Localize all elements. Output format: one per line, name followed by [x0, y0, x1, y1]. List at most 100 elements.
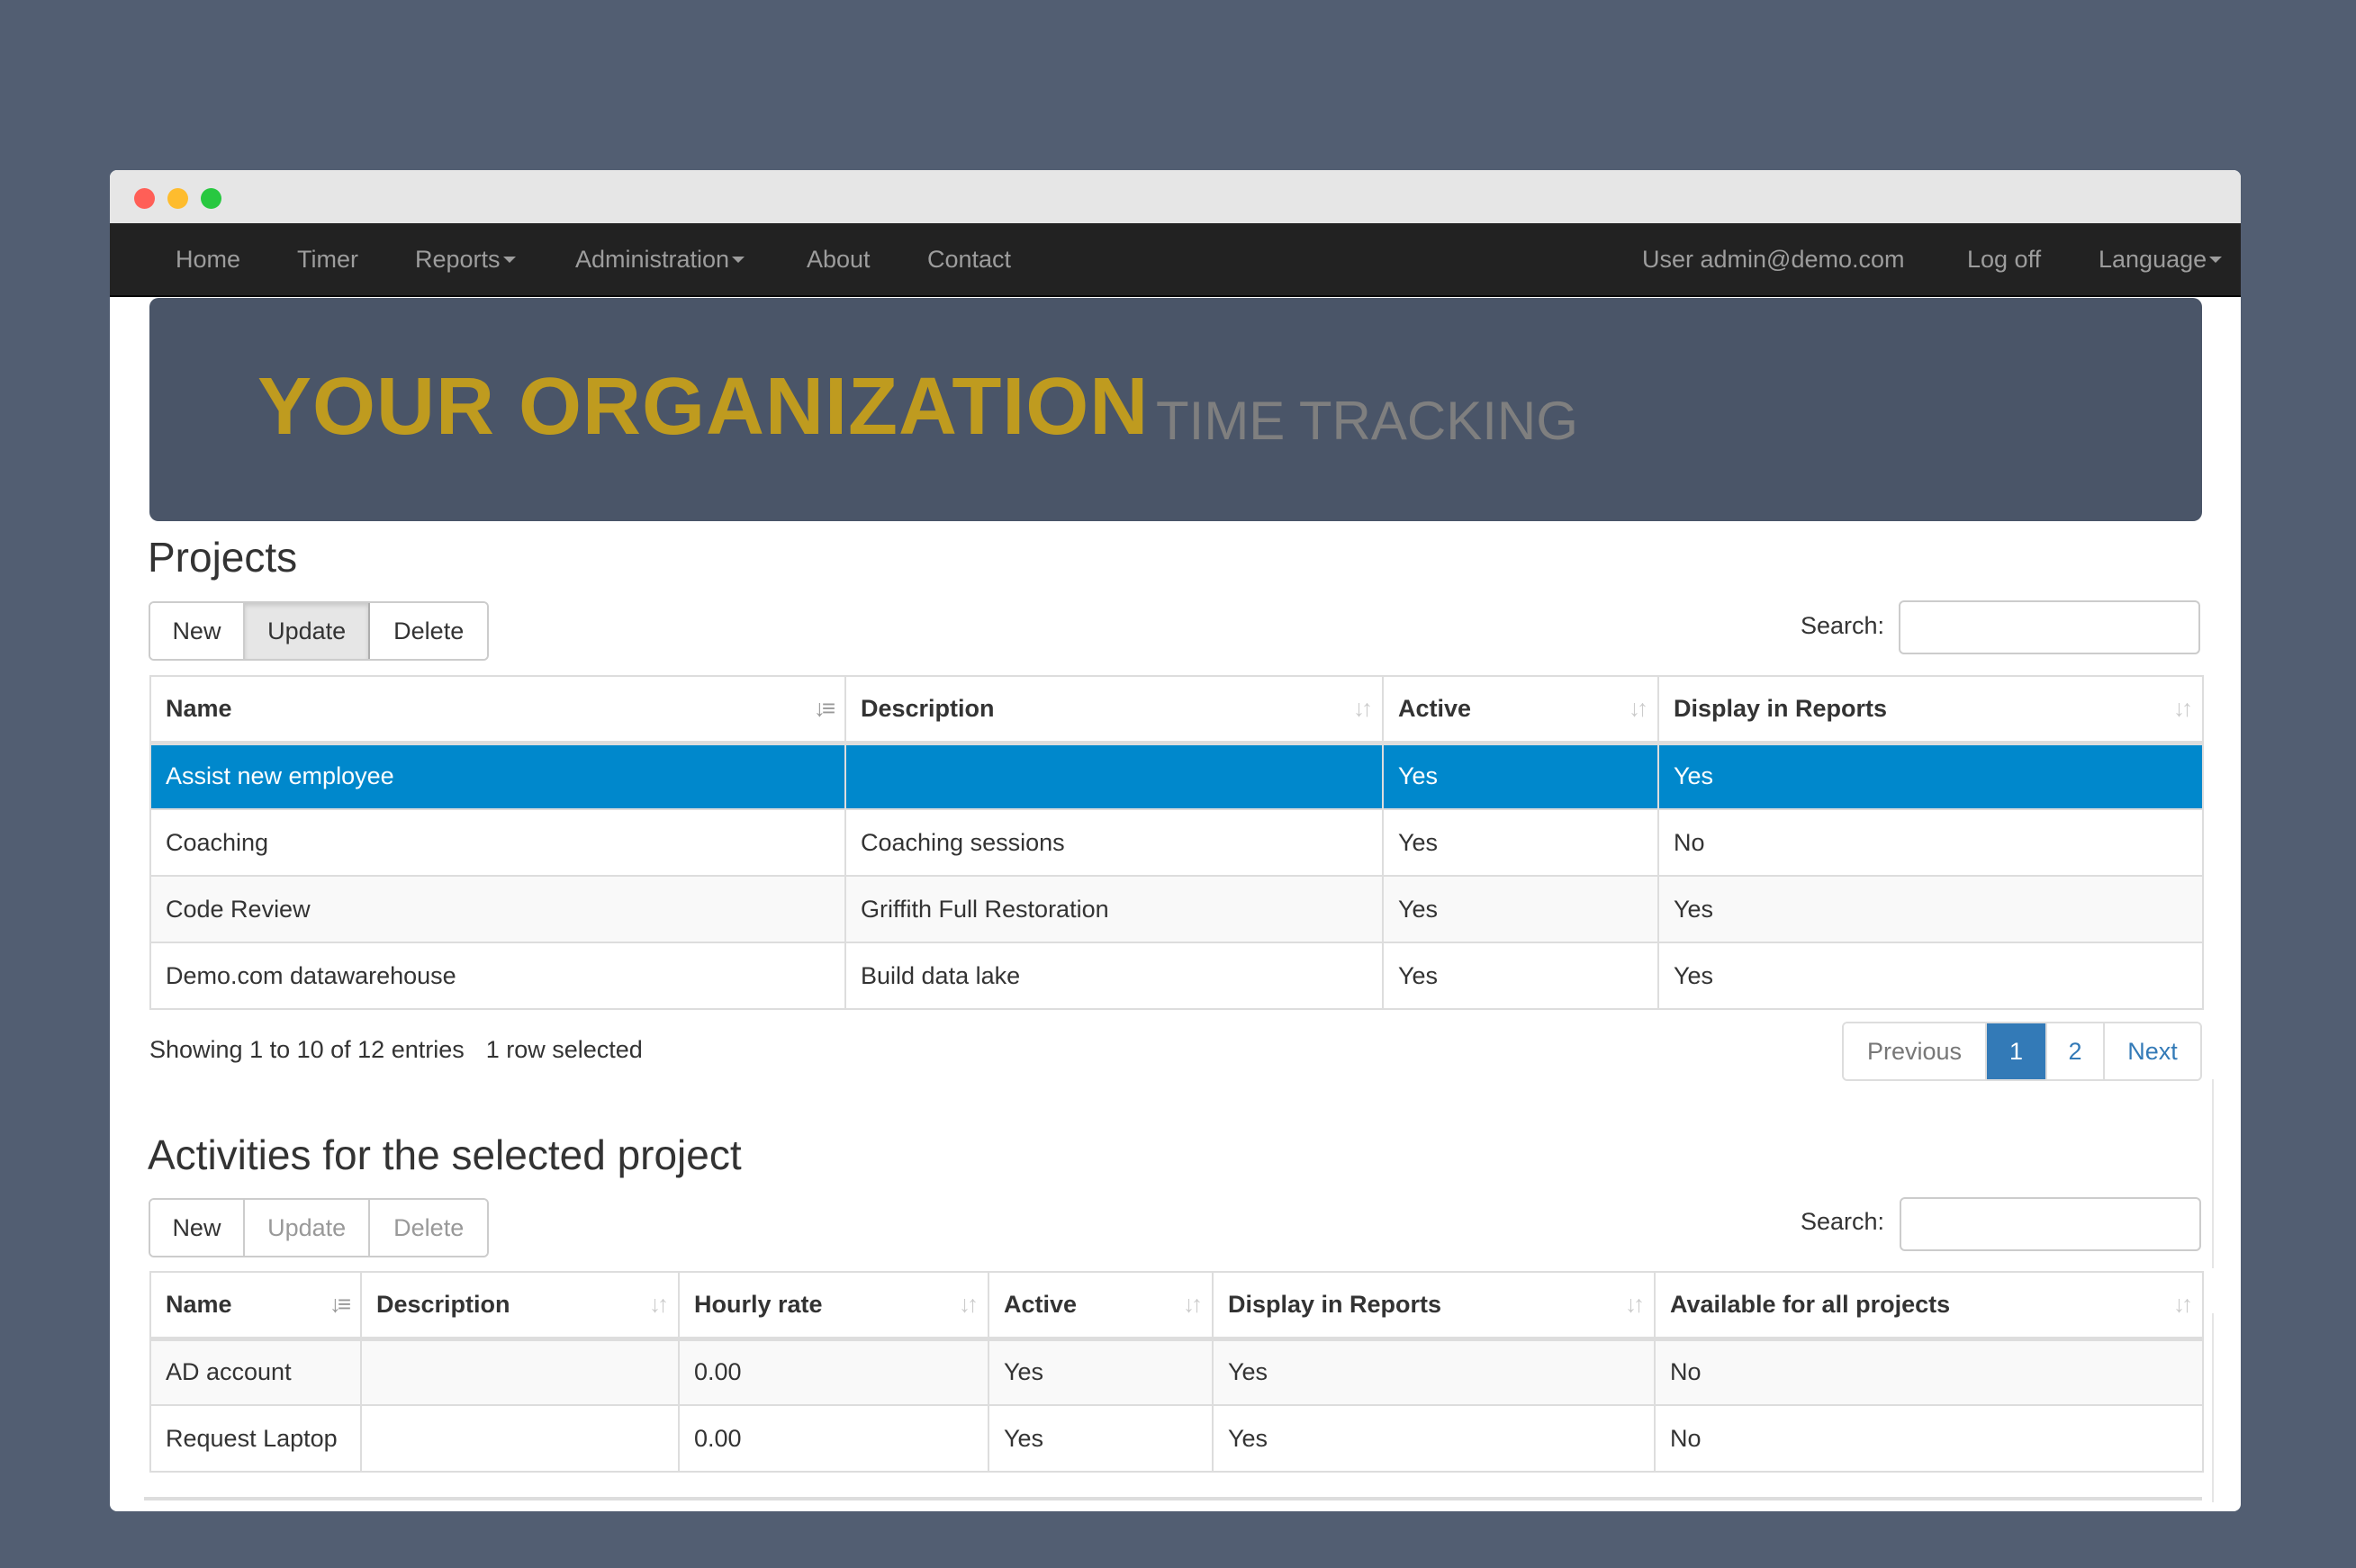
nav-language-dropdown[interactable]: Language — [2099, 223, 2223, 295]
cell-active: Yes — [1382, 742, 1659, 810]
nav-home-label: Home — [176, 246, 241, 273]
sort-ascending-icon: ↓≡ — [329, 1290, 351, 1318]
divider — [2212, 1079, 2214, 1268]
cell-active: Yes — [1382, 875, 1659, 943]
selection-count-text: 1 row selected — [485, 1036, 643, 1063]
projects-toolbar: New Update Delete — [149, 601, 489, 661]
sort-both-icon: ↓↑ — [1183, 1290, 1203, 1318]
table-row[interactable]: Coaching Coaching sessions Yes No — [149, 808, 2204, 877]
horizontal-scrollbar[interactable] — [144, 1497, 2202, 1500]
nav-user-label: User admin@demo.com — [1642, 246, 1905, 273]
column-header-name[interactable]: Name ↓≡ — [149, 1271, 362, 1341]
pagination-next[interactable]: Next — [2105, 1023, 2200, 1079]
projects-search-label: Search: — [1801, 612, 1885, 639]
organization-banner: YOUR ORGANIZATION TIME TRACKING — [149, 298, 2202, 521]
organization-title: YOUR ORGANIZATION — [257, 362, 1150, 452]
sort-both-icon: ↓↑ — [1629, 694, 1648, 722]
activities-header-row: Name ↓≡ Description ↓↑ Hourly rate ↓↑ Activ… — [149, 1271, 2204, 1341]
column-header-name[interactable]: Name ↓≡ — [149, 675, 846, 745]
caret-down-icon — [732, 257, 745, 264]
cell-display-in-reports: Yes — [1657, 742, 2204, 810]
projects-search-input[interactable] — [1899, 600, 2200, 654]
divider — [2212, 1313, 2214, 1502]
projects-update-button[interactable]: Update — [244, 603, 371, 659]
activities-delete-button[interactable]: Delete — [370, 1200, 487, 1256]
nav-home[interactable]: Home — [176, 223, 240, 295]
projects-table-info: Showing 1 to 10 of 12 entries 1 row selec… — [149, 1036, 643, 1064]
nav-about-label: About — [807, 246, 871, 273]
cell-name: Request Laptop — [149, 1404, 362, 1473]
sort-both-icon: ↓↑ — [1625, 1290, 1645, 1318]
column-label: Name — [166, 694, 232, 722]
table-row[interactable]: Request Laptop 0.00 Yes Yes No — [149, 1404, 2204, 1473]
top-navbar: Home Timer Reports Administration About … — [110, 223, 2241, 297]
nav-contact-label: Contact — [927, 246, 1012, 273]
column-label: Description — [861, 694, 995, 722]
column-header-active[interactable]: Active ↓↑ — [1382, 675, 1659, 745]
browser-window: Home Timer Reports Administration About … — [110, 170, 2241, 1511]
cell-description — [360, 1404, 680, 1473]
cell-available-for-all-projects: No — [1654, 1404, 2204, 1473]
cell-description: Coaching sessions — [844, 808, 1384, 877]
sort-ascending-icon: ↓≡ — [813, 694, 835, 722]
cell-hourly-rate: 0.00 — [678, 1404, 989, 1473]
maximize-window-button[interactable] — [201, 188, 221, 209]
cell-active: Yes — [1382, 808, 1659, 877]
table-row[interactable]: Assist new employee Yes Yes — [149, 742, 2204, 810]
minimize-window-button[interactable] — [167, 188, 188, 209]
column-label: Name — [166, 1290, 232, 1318]
column-header-active[interactable]: Active ↓↑ — [988, 1271, 1214, 1341]
cell-name: Code Review — [149, 875, 846, 943]
pagination-page-2[interactable]: 2 — [2047, 1023, 2105, 1079]
projects-delete-button[interactable]: Delete — [370, 603, 487, 659]
activities-new-button[interactable]: New — [150, 1200, 245, 1256]
close-window-button[interactable] — [134, 188, 155, 209]
nav-user-account[interactable]: User admin@demo.com — [1642, 223, 1905, 295]
column-label: Active — [1004, 1290, 1078, 1318]
column-header-description[interactable]: Description ↓↑ — [844, 675, 1384, 745]
entries-count-text: Showing 1 to 10 of 12 entries — [149, 1036, 465, 1063]
column-label: Active — [1398, 694, 1472, 722]
column-label: Display in Reports — [1228, 1290, 1442, 1318]
nav-reports-dropdown[interactable]: Reports — [415, 223, 516, 295]
pagination-page-1[interactable]: 1 — [1987, 1023, 2047, 1079]
sort-both-icon: ↓↑ — [2173, 694, 2193, 722]
nav-administration-label: Administration — [575, 246, 730, 273]
column-header-hourly-rate[interactable]: Hourly rate ↓↑ — [678, 1271, 989, 1341]
activities-search-label: Search: — [1801, 1208, 1885, 1235]
cell-display-in-reports: No — [1657, 808, 2204, 877]
cell-display-in-reports: Yes — [1212, 1338, 1656, 1406]
activities-search-input[interactable] — [1900, 1197, 2201, 1251]
nav-timer[interactable]: Timer — [297, 223, 358, 295]
sort-both-icon: ↓↑ — [2173, 1290, 2193, 1318]
column-label: Available for all projects — [1670, 1290, 1951, 1318]
window-titlebar — [110, 170, 2241, 223]
nav-language-label: Language — [2099, 246, 2207, 273]
activities-update-button[interactable]: Update — [244, 1200, 371, 1256]
caret-down-icon — [502, 257, 516, 264]
nav-contact[interactable]: Contact — [927, 223, 1011, 295]
projects-pagination: Previous 1 2 Next — [1842, 1022, 2202, 1081]
column-header-available-for-all-projects[interactable]: Available for all projects ↓↑ — [1654, 1271, 2204, 1341]
table-row[interactable]: Code Review Griffith Full Restoration Ye… — [149, 875, 2204, 943]
column-header-description[interactable]: Description ↓↑ — [360, 1271, 680, 1341]
projects-heading: Projects — [148, 534, 298, 581]
nav-administration-dropdown[interactable]: Administration — [575, 223, 745, 295]
cell-name: Coaching — [149, 808, 846, 877]
sort-both-icon: ↓↑ — [959, 1290, 979, 1318]
app-subtitle: TIME TRACKING — [1156, 391, 1578, 451]
column-header-display-in-reports[interactable]: Display in Reports ↓↑ — [1657, 675, 2204, 745]
projects-new-button[interactable]: New — [150, 603, 245, 659]
table-row[interactable]: AD account 0.00 Yes Yes No — [149, 1338, 2204, 1406]
nav-log-off[interactable]: Log off — [1967, 223, 2041, 295]
nav-log-off-label: Log off — [1967, 246, 2042, 273]
sort-both-icon: ↓↑ — [649, 1290, 669, 1318]
nav-about[interactable]: About — [807, 223, 871, 295]
table-row[interactable]: Demo.com datawarehouse Build data lake Y… — [149, 942, 2204, 1010]
pagination-previous[interactable]: Previous — [1844, 1023, 1987, 1079]
column-label: Description — [376, 1290, 510, 1318]
column-label: Display in Reports — [1674, 694, 1888, 722]
cell-display-in-reports: Yes — [1657, 942, 2204, 1010]
column-label: Hourly rate — [694, 1290, 823, 1318]
column-header-display-in-reports[interactable]: Display in Reports ↓↑ — [1212, 1271, 1656, 1341]
